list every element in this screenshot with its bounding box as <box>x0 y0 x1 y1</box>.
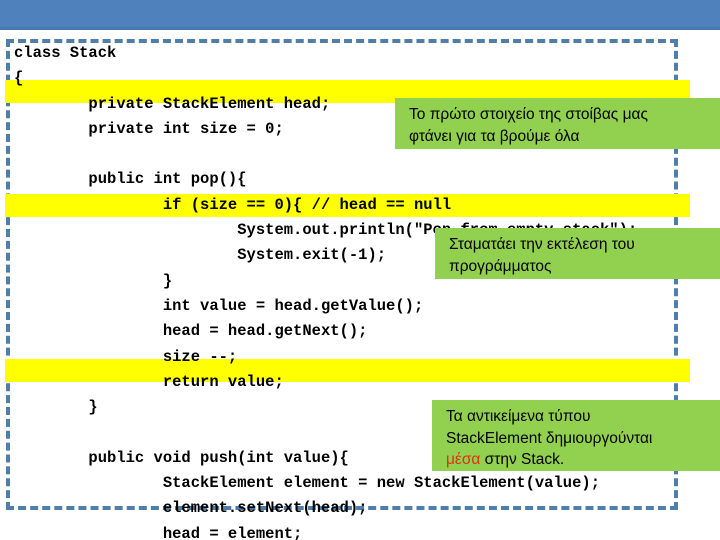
header-banner <box>0 0 720 30</box>
header-banner-shadow <box>0 27 720 30</box>
callout-stops-execution: Σταματάει την εκτέλεση του προγράμματος <box>435 228 720 279</box>
callout-3-line-2: StackElement δημιουργούνται <box>446 429 653 447</box>
callout-3-line-3-rest: στην Stack. <box>480 451 565 468</box>
callout-3-line-1: Τα αντικείμενα τύπου <box>446 408 591 425</box>
callout-3-emphasis: μέσα <box>446 451 481 468</box>
slide-canvas: class Stack { private StackElement head;… <box>0 0 720 540</box>
callout-first-element: Το πρώτο στοιχείο της στοίβας μας φτάνει… <box>395 98 720 149</box>
callout-stackelement-created: Τα αντικείμενα τύπου StackElement δημιου… <box>432 400 720 471</box>
